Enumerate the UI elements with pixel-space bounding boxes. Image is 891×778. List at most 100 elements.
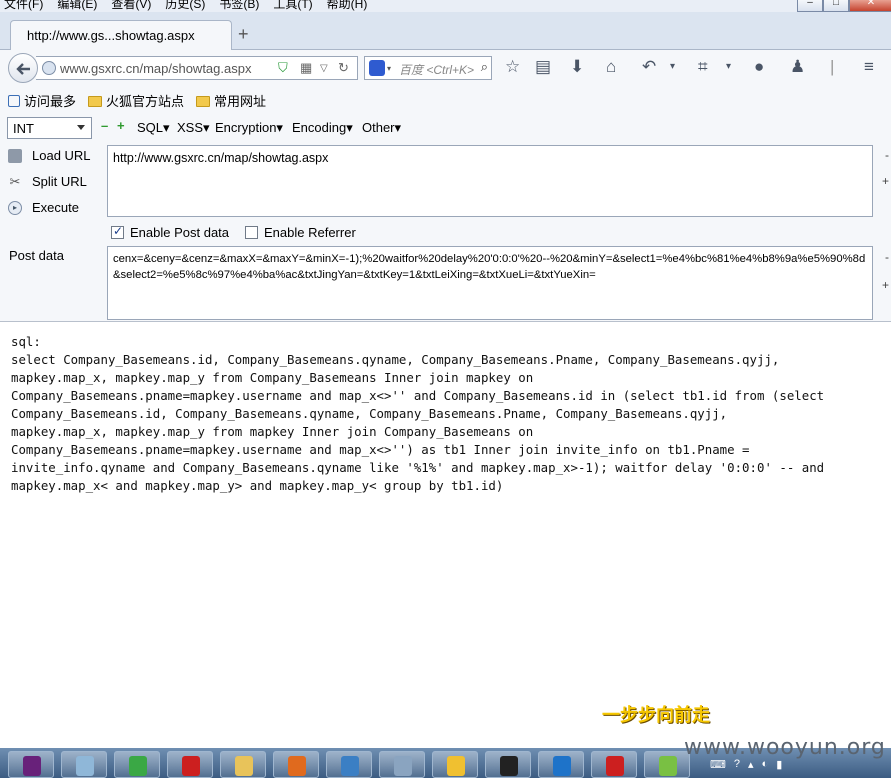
- bookmark-item[interactable]: 常用网址: [196, 91, 266, 110]
- search-icon[interactable]: ⌕: [481, 59, 488, 75]
- page-content: sql: select Company_Basemeans.id, Compan…: [0, 323, 891, 748]
- ie-icon: [553, 756, 571, 776]
- url-textarea[interactable]: http://www.gsxrc.cn/map/showtag.aspx: [107, 145, 873, 217]
- taskbar-button[interactable]: [326, 751, 372, 778]
- menu-icon[interactable]: ≡: [864, 58, 874, 76]
- user-icon[interactable]: ♟: [790, 58, 805, 76]
- play-icon: ▸: [8, 200, 22, 215]
- back-button[interactable]: [8, 53, 38, 83]
- encoding-menu[interactable]: Encoding▾: [292, 120, 353, 136]
- notepad-icon: [76, 756, 94, 776]
- execute-label: Execute: [32, 200, 79, 215]
- enable-referrer-checkbox[interactable]: Enable Referrer: [245, 225, 356, 240]
- taskbar-button[interactable]: [114, 751, 160, 778]
- network-icon: [394, 756, 412, 776]
- crop-dropdown-icon[interactable]: ▾: [726, 58, 731, 76]
- search-bar[interactable]: ▾ 百度 <Ctrl+K> ⌕: [364, 56, 492, 80]
- tray-arrow-icon[interactable]: ▴: [748, 758, 754, 771]
- taskbar-button[interactable]: [538, 751, 584, 778]
- sql-menu[interactable]: SQL▾: [137, 120, 170, 136]
- chat-icon[interactable]: ●: [754, 58, 764, 76]
- site-watermark: www.wooyun.org: [684, 735, 886, 760]
- close-button[interactable]: ✕: [849, 0, 891, 12]
- minus-icon[interactable]: –: [101, 119, 111, 132]
- maximize-button[interactable]: □: [823, 0, 849, 12]
- taskbar-button[interactable]: [273, 751, 319, 778]
- minimize-button[interactable]: –: [797, 0, 823, 12]
- keyboard-icon[interactable]: ⌨: [710, 758, 726, 771]
- hackbar-toolbar: INT – + SQL▾ XSS▾ Encryption▾ Encoding▾ …: [0, 112, 891, 142]
- checkbox-checked-icon: [111, 224, 124, 239]
- post-data-label: Post data: [9, 248, 64, 263]
- editor-icon: [235, 756, 253, 776]
- undo-dropdown-icon[interactable]: ▾: [670, 58, 675, 76]
- opera-icon: [182, 756, 200, 776]
- tab-active[interactable]: http://www.gs...showtag.aspx: [10, 20, 232, 51]
- load-icon: [8, 148, 22, 163]
- search-placeholder: 百度 <Ctrl+K>: [399, 63, 475, 77]
- checkbox-unchecked-icon: [245, 226, 258, 239]
- menu-item[interactable]: 历史(S): [165, 0, 205, 12]
- taskbar-button[interactable]: [379, 751, 425, 778]
- enable-post-checkbox[interactable]: Enable Post data: [111, 224, 229, 240]
- scissors-icon: ✂: [9, 173, 21, 189]
- crop-icon[interactable]: ⌗: [698, 58, 708, 76]
- taskbar-button[interactable]: [591, 751, 637, 778]
- menu-item[interactable]: 书签(B): [219, 0, 259, 12]
- plus-icon[interactable]: +: [117, 119, 127, 132]
- taskbar-button[interactable]: [485, 751, 531, 778]
- taskbar-button[interactable]: [220, 751, 266, 778]
- url-text: www.gsxrc.cn/map/showtag.aspx: [60, 61, 252, 76]
- new-tab-button[interactable]: +: [238, 24, 249, 45]
- reload-icon[interactable]: ↻: [338, 60, 349, 76]
- engine-dropdown-icon[interactable]: ▾: [387, 64, 391, 73]
- network-icon[interactable]: ▮: [776, 758, 782, 771]
- shield-icon[interactable]: ⛉: [278, 60, 288, 76]
- menu-item[interactable]: 工具(T): [273, 0, 312, 12]
- back-icon: [16, 63, 30, 75]
- undo-icon[interactable]: ↶: [642, 58, 656, 76]
- menu-bar: 文件(F) 编辑(E) 查看(V) 历史(S) 书签(B) 工具(T) 帮助(H) – □ …: [0, 0, 891, 12]
- bookmark-item[interactable]: 访问最多: [8, 91, 76, 110]
- baidu-icon[interactable]: [369, 60, 385, 76]
- encryption-menu[interactable]: Encryption▾: [215, 120, 283, 136]
- opera-icon: [606, 756, 624, 776]
- app-icon: [129, 756, 147, 776]
- face-icon: [659, 756, 677, 776]
- menu-item[interactable]: 编辑(E): [57, 0, 97, 12]
- split-url-button[interactable]: ✂ Split URL: [8, 174, 87, 189]
- folder-icon: [88, 95, 103, 107]
- visual-studio-icon: [23, 756, 41, 776]
- taskbar-button[interactable]: [61, 751, 107, 778]
- download-icon[interactable]: ⬇: [570, 58, 584, 76]
- firefox-icon: [288, 756, 306, 776]
- dropdown-icon[interactable]: ▽: [320, 63, 328, 74]
- menu-item[interactable]: 帮助(H): [327, 0, 368, 12]
- frequent-icon: [8, 94, 20, 107]
- post-data-textarea[interactable]: cenx=&ceny=&cenz=&maxX=&maxY=&minX=-1);%…: [107, 246, 873, 320]
- bookmark-label: 常用网址: [214, 93, 267, 109]
- execute-button[interactable]: ▸ Execute: [8, 200, 79, 215]
- expand-mark: +: [881, 174, 889, 188]
- taskbar-button[interactable]: [167, 751, 213, 778]
- other-menu[interactable]: Other▾: [362, 120, 401, 136]
- url-bar[interactable]: www.gsxrc.cn/map/showtag.aspx ⛉ ▦ ▽ ↻: [36, 56, 358, 80]
- type-select[interactable]: INT: [7, 117, 92, 139]
- menu-item[interactable]: 查看(V): [111, 0, 151, 12]
- taskbar-button[interactable]: [8, 751, 54, 778]
- help-icon[interactable]: ?: [734, 758, 740, 771]
- star-icon[interactable]: ☆: [505, 58, 520, 76]
- menu-item[interactable]: 文件(F): [4, 0, 43, 12]
- taskbar-button[interactable]: [432, 751, 478, 778]
- home-icon[interactable]: ⌂: [606, 58, 616, 76]
- bookmarks-toolbar: 访问最多 火狐官方站点 常用网址: [0, 88, 891, 112]
- volume-icon[interactable]: ◐: [762, 758, 769, 771]
- load-url-button[interactable]: Load URL: [8, 148, 91, 163]
- menu-items: 文件(F) 编辑(E) 查看(V) 历史(S) 书签(B) 工具(T) 帮助(H): [4, 0, 367, 12]
- xss-menu[interactable]: XSS▾: [177, 120, 210, 136]
- tab-title: http://www.gs...showtag.aspx: [27, 28, 195, 43]
- qr-icon[interactable]: ▦: [300, 60, 312, 76]
- bookmark-item[interactable]: 火狐官方站点: [88, 91, 184, 110]
- folder-icon: [196, 95, 211, 107]
- reading-list-icon[interactable]: ▤: [535, 58, 551, 76]
